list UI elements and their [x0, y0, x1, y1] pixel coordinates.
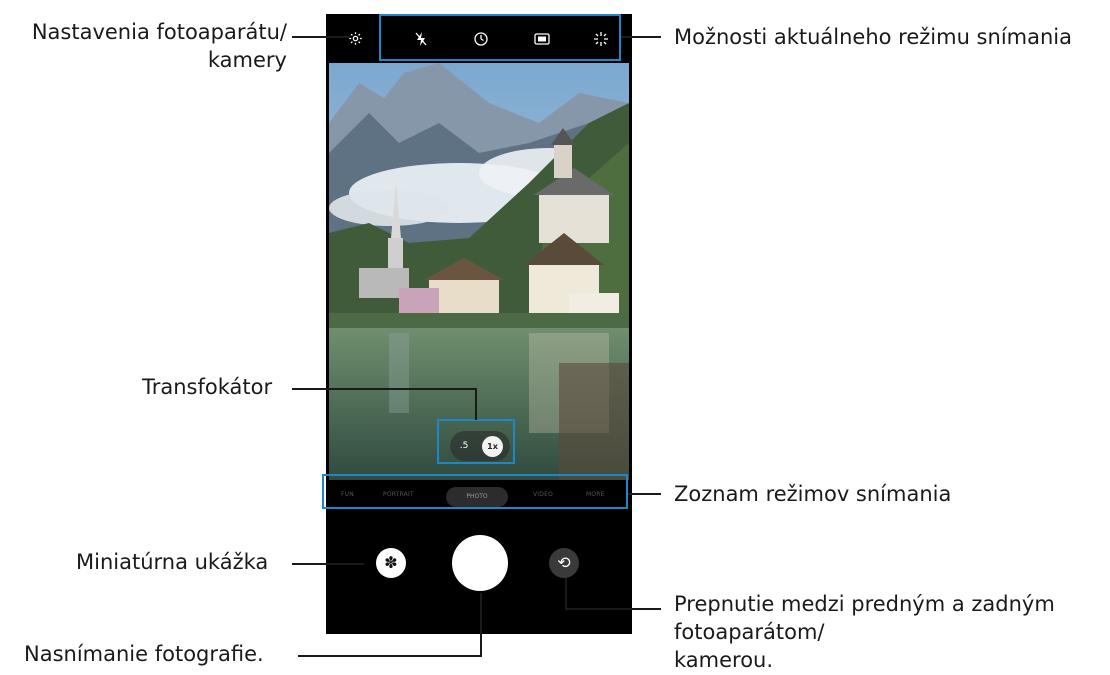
options-highlight — [379, 14, 621, 61]
switch-camera-icon: ⟲ — [557, 553, 571, 572]
callout-line-zoom-v — [475, 388, 477, 420]
callout-line-switch-v — [565, 578, 567, 610]
label-modes: Zoznam režimov snímania — [674, 482, 952, 506]
phone-screen: .5 1x FUN PORTRAIT PHOTO VIDEO MORE ✽ ⟲ — [326, 14, 632, 634]
camera-bottom-controls: ✽ ⟲ — [326, 514, 632, 634]
flower-icon: ✽ — [384, 553, 398, 572]
label-zoom: Transfokátor — [142, 375, 273, 399]
callout-line-shutter-h — [298, 655, 481, 657]
callout-line-shutter-v — [480, 593, 482, 657]
modes-highlight — [322, 474, 628, 509]
label-switch-line1: Prepnutie medzi predným a zadným — [674, 592, 1055, 616]
callout-line-zoom-h — [292, 388, 476, 390]
label-preview: Miniatúrna ukážka — [76, 550, 269, 574]
gallery-thumbnail-button[interactable]: ✽ — [376, 548, 406, 578]
label-switch-line3: kamerou. — [674, 648, 774, 672]
label-switch: Prepnutie medzi predným a zadným fotoapa… — [674, 590, 1055, 674]
callout-line-options — [621, 36, 661, 38]
label-settings-line1: Nastavenia fotoaparátu/ — [31, 20, 287, 44]
callout-line-settings — [292, 36, 350, 38]
label-settings-line2: kamery — [207, 48, 287, 72]
label-shutter: Nasnímanie fotografie. — [24, 642, 264, 666]
callout-line-modes — [628, 493, 661, 495]
switch-camera-button[interactable]: ⟲ — [549, 548, 579, 578]
gear-icon[interactable] — [348, 31, 363, 49]
label-settings: Nastavenia fotoaparátu/ kamery — [9, 18, 287, 74]
label-options: Možnosti aktuálneho režimu snímania — [674, 25, 1072, 49]
shutter-button[interactable] — [452, 535, 508, 591]
label-switch-line2: fotoaparátom/ — [674, 620, 825, 644]
callout-line-switch-h — [565, 608, 661, 610]
zoom-highlight — [437, 419, 515, 464]
callout-line-preview — [292, 563, 364, 565]
